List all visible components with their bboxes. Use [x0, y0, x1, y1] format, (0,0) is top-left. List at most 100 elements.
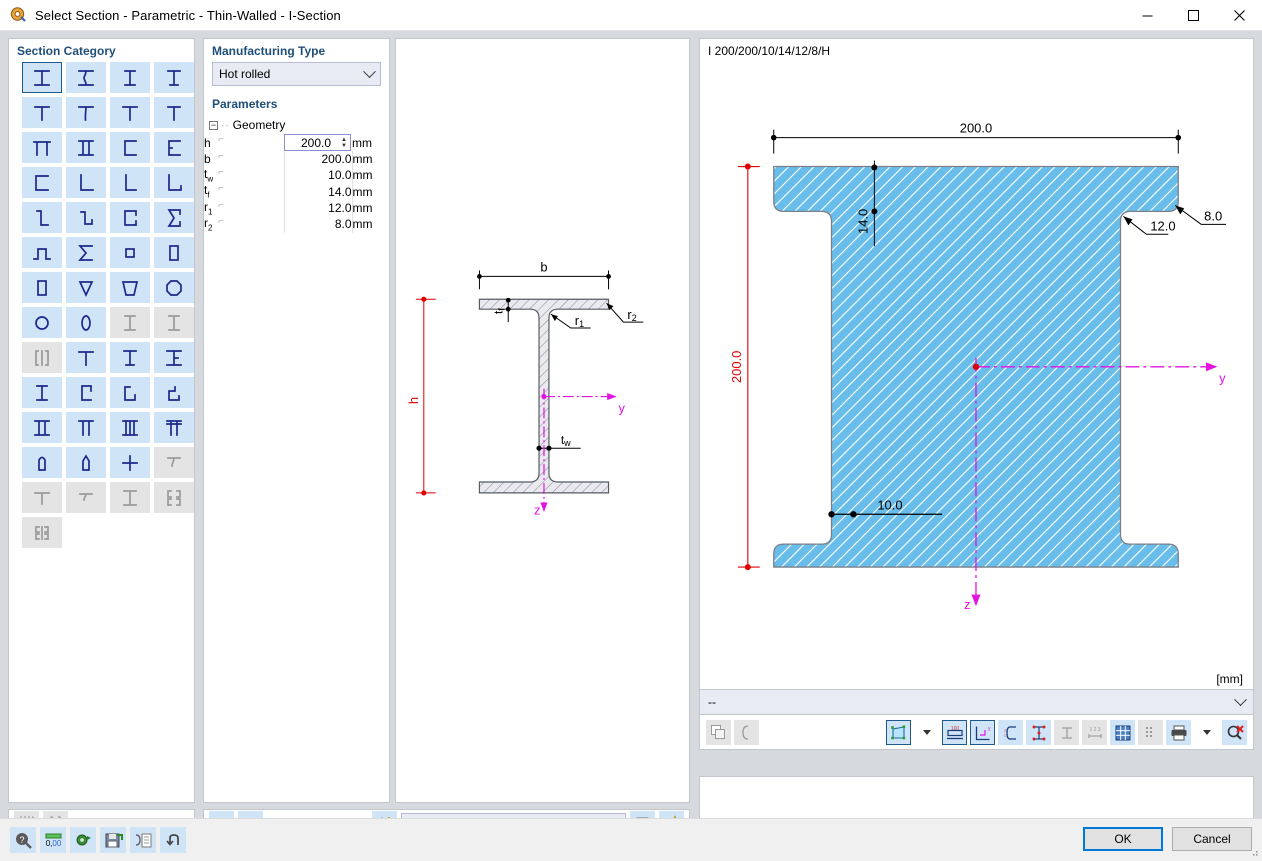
- section-category-item-i-section-narrow[interactable]: [110, 62, 150, 93]
- parameter-spinner[interactable]: 200.0 ▲ ▼: [284, 134, 351, 151]
- z-section-icon: [36, 209, 49, 226]
- section-category-item-t-section-disabled-2: [22, 482, 62, 513]
- section-category-item-zed-section-2[interactable]: [154, 377, 194, 408]
- section-category-item-triangular-hollow-section[interactable]: [66, 272, 106, 303]
- section-category-item-octagonal-hollow-section[interactable]: [154, 272, 194, 303]
- export-button[interactable]: [130, 827, 156, 853]
- section-category-item-rectangular-hollow-section[interactable]: [154, 237, 194, 268]
- numbering-icon: 1 2 3: [1087, 727, 1102, 738]
- section-category-item-pointed-top-section[interactable]: [66, 447, 106, 478]
- section-category-item-t-section-thin[interactable]: [154, 97, 194, 128]
- section-category-item-c-section-lipped[interactable]: [110, 202, 150, 233]
- section-category-item-i-section-narrow-flange[interactable]: [22, 377, 62, 408]
- parameter-name: ⌐ tw: [204, 167, 224, 184]
- grid-button[interactable]: [1110, 720, 1135, 745]
- manufacturing-type-dropdown[interactable]: Hot rolled: [212, 62, 381, 86]
- section-category-item-z-section[interactable]: [22, 202, 62, 233]
- section-category-item-oval-hollow-section[interactable]: [66, 307, 106, 338]
- section-category-item-trapezoidal-hollow-section[interactable]: [110, 272, 150, 303]
- section-category-item-circular-hollow-section[interactable]: [22, 307, 62, 338]
- shear-center-button[interactable]: s c: [998, 720, 1023, 745]
- section-category-item-rounded-top-section[interactable]: [22, 447, 62, 478]
- section-category-item-t-section-tapered[interactable]: [66, 97, 106, 128]
- print-dropdown[interactable]: [1194, 720, 1219, 745]
- close-button[interactable]: [1216, 0, 1262, 31]
- section-category-grid[interactable]: [9, 62, 194, 548]
- undo-button[interactable]: [160, 827, 186, 853]
- parameter-value[interactable]: 200.0 ▲ ▼: [284, 134, 352, 151]
- help-button[interactable]: ?: [10, 827, 36, 853]
- section-category-item-sigma-section-lipped[interactable]: [154, 202, 194, 233]
- section-category-item-angle-section-unequal[interactable]: [110, 167, 150, 198]
- stress-points-button[interactable]: [1026, 720, 1051, 745]
- parameter-row-tw[interactable]: ⌐ tw 10.0 mm: [204, 167, 389, 184]
- section-category-item-double-t-built-up[interactable]: [66, 412, 106, 443]
- units-button[interactable]: 0,00: [40, 827, 66, 853]
- zoom-reset-button[interactable]: [1222, 720, 1247, 745]
- parameter-row-r1[interactable]: ⌐ r1 12.0 mm: [204, 199, 389, 217]
- schematic-label-r2-sub: 2: [632, 313, 637, 323]
- section-category-item-zed-lipped-section[interactable]: [110, 377, 150, 408]
- show-dimensions-button[interactable]: 100: [942, 720, 967, 745]
- section-category-item-angle-section-equal[interactable]: [66, 167, 106, 198]
- section-category-item-channel-section-tapered[interactable]: [154, 132, 194, 163]
- parameter-row-b[interactable]: ⌐ b 200.0 mm: [204, 151, 389, 167]
- section-category-item-double-i-built-up[interactable]: [22, 412, 62, 443]
- section-category-item-i-section-tapered-flange[interactable]: [66, 62, 106, 93]
- window-title: Select Section - Parametric - Thin-Walle…: [35, 7, 341, 23]
- parameter-value[interactable]: 12.0: [283, 199, 353, 217]
- i-section-welded-icon: [124, 314, 136, 331]
- section-category-item-channel-section-square[interactable]: [22, 167, 62, 198]
- parameter-row-h[interactable]: ⌐ h 200.0 ▲ ▼ mm: [204, 134, 389, 151]
- show-axes-button[interactable]: y: [970, 720, 995, 745]
- minimize-button[interactable]: [1124, 0, 1170, 31]
- ok-button[interactable]: OK: [1083, 827, 1163, 851]
- parameter-value[interactable]: 8.0: [283, 216, 353, 233]
- parameter-row-r2[interactable]: ⌐ r2 8.0 mm: [204, 216, 389, 233]
- section-preview-drawing[interactable]: 200.0 200.0 14.0 10.0 12.0 8.0 y z: [700, 39, 1253, 748]
- section-category-item-i-section-doubly-symmetric[interactable]: [22, 62, 62, 93]
- maximize-button[interactable]: [1170, 0, 1216, 31]
- parameter-value[interactable]: 10.0: [283, 167, 353, 184]
- units-icon: 0,00: [45, 833, 61, 848]
- section-category-item-pi-section[interactable]: [22, 132, 62, 163]
- parameter-name: ⌐ tf: [204, 183, 224, 200]
- section-category-item-sigma-section[interactable]: [66, 237, 106, 268]
- spinner-buttons[interactable]: ▲ ▼: [336, 137, 347, 149]
- square-hollow-section-icon: [125, 247, 135, 258]
- section-category-item-i-section-asymmetric-2[interactable]: [154, 342, 194, 373]
- section-category-item-channel-lipped-section[interactable]: [66, 377, 106, 408]
- render-mode-dropdown[interactable]: [914, 720, 939, 745]
- hat-section-icon: [33, 247, 51, 260]
- section-category-item-double-i-built-up-2[interactable]: [110, 412, 150, 443]
- settings-button[interactable]: [70, 827, 96, 853]
- section-category-item-channel-section[interactable]: [110, 132, 150, 163]
- section-category-item-i-section-welded-2: [154, 307, 194, 338]
- parameter-value[interactable]: 200.0: [283, 151, 353, 167]
- resize-grip-icon[interactable]: [1249, 848, 1259, 858]
- section-category-item-double-t-built-up-2[interactable]: [154, 412, 194, 443]
- section-category-item-t-section-thick-web[interactable]: [110, 97, 150, 128]
- cancel-button[interactable]: Cancel: [1172, 827, 1252, 851]
- geometry-group-row[interactable]: − ·· Geometry: [204, 115, 389, 132]
- preview-combo[interactable]: --: [700, 689, 1253, 715]
- render-mode-button[interactable]: [886, 720, 911, 745]
- section-category-item-t-section[interactable]: [22, 97, 62, 128]
- section-category-item-z-section-lipped[interactable]: [66, 202, 106, 233]
- parameter-input-value: 200.0: [300, 135, 331, 150]
- section-category-item-rectangular-hollow-tall[interactable]: [22, 272, 62, 303]
- section-category-item-double-i-section[interactable]: [66, 132, 106, 163]
- section-category-item-hat-section[interactable]: [22, 237, 62, 268]
- section-category-item-square-hollow-section[interactable]: [110, 237, 150, 268]
- parameter-value[interactable]: 14.0: [283, 183, 353, 200]
- section-category-item-i-section-unequal[interactable]: [154, 62, 194, 93]
- section-category-item-i-section-asymmetric[interactable]: [110, 342, 150, 373]
- svg-text:0,00: 0,00: [45, 839, 61, 848]
- section-category-item-t-section-wide-flange[interactable]: [66, 342, 106, 373]
- print-button[interactable]: [1166, 720, 1191, 745]
- section-category-item-cross-section[interactable]: [110, 447, 150, 478]
- save-button[interactable]: [100, 827, 126, 853]
- section-category-item-angle-section-lipped[interactable]: [154, 167, 194, 198]
- parameter-row-tf[interactable]: ⌐ tf 14.0 mm: [204, 183, 389, 200]
- expander-icon[interactable]: −: [209, 120, 218, 130]
